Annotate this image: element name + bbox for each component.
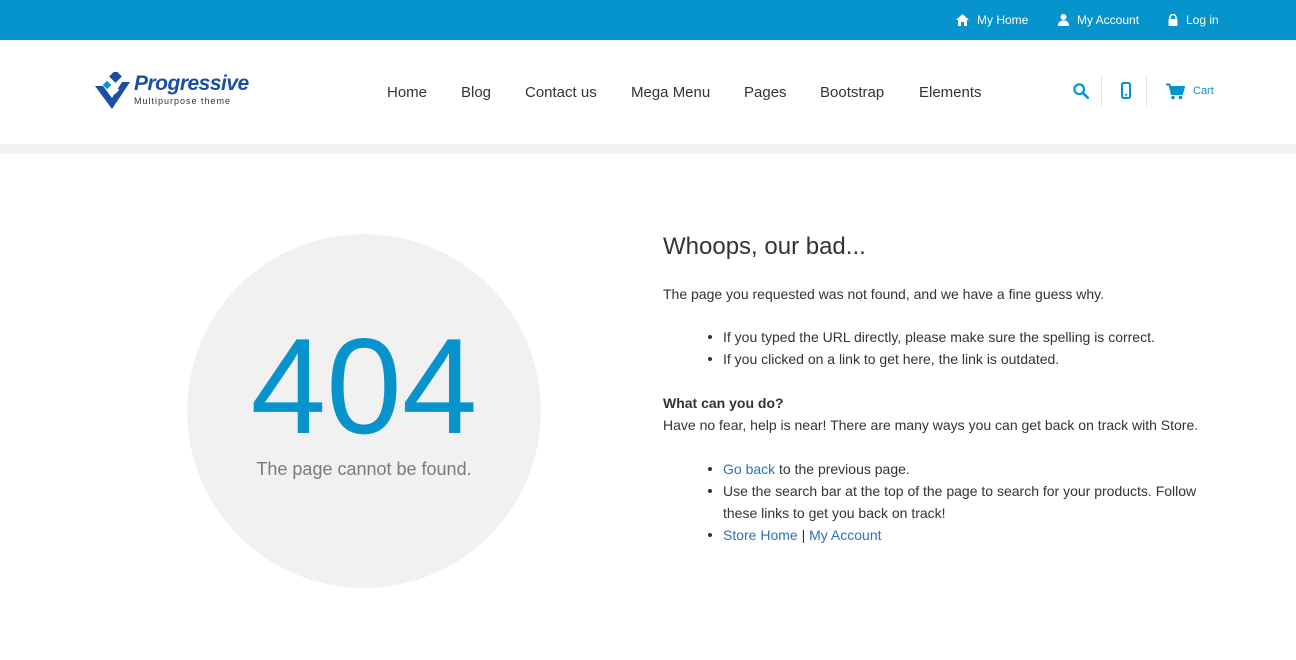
my-home-label: My Home xyxy=(977,13,1029,27)
nav-item-bootstrap[interactable]: Bootstrap xyxy=(820,40,884,144)
search-hint-line2: these links to get you back on track! xyxy=(723,505,946,521)
list-item: Go back to the previous page. xyxy=(707,458,1196,480)
my-account-link[interactable]: My Account xyxy=(1058,0,1139,40)
error-circle: 404 The page cannot be found. xyxy=(187,234,541,588)
log-in-label: Log in xyxy=(1186,13,1219,27)
go-back-text: to the previous page. xyxy=(775,461,910,477)
link-separator: | xyxy=(797,527,810,543)
my-account-content-link[interactable]: My Account xyxy=(809,527,881,543)
go-back-link[interactable]: Go back xyxy=(723,461,775,477)
home-icon xyxy=(956,14,969,26)
top-bar: My Home My Account Log in xyxy=(0,0,1296,40)
nav-item-home[interactable]: Home xyxy=(387,40,427,144)
mobile-icon[interactable] xyxy=(1121,82,1131,99)
header-divider xyxy=(1101,76,1102,106)
logo-title: Progressive xyxy=(134,72,249,95)
error-subtitle: The page cannot be found. xyxy=(256,459,472,479)
nav-item-elements[interactable]: Elements xyxy=(919,40,982,144)
logo-mark-icon xyxy=(95,72,130,109)
cart-label: Cart xyxy=(1193,85,1214,97)
store-home-link[interactable]: Store Home xyxy=(723,527,798,543)
what-can-you-do-heading: What can you do? xyxy=(663,395,784,411)
header-divider xyxy=(1146,76,1147,106)
log-in-link[interactable]: Log in xyxy=(1168,0,1219,40)
nav-item-pages[interactable]: Pages xyxy=(744,40,787,144)
nav-item-mega-menu[interactable]: Mega Menu xyxy=(631,40,710,144)
reasons-list: If you typed the URL directly, please ma… xyxy=(708,326,1155,370)
error-code: 404 xyxy=(250,310,478,462)
cart-icon xyxy=(1166,83,1185,99)
page-title: Whoops, our bad... xyxy=(663,233,866,260)
lock-icon xyxy=(1168,14,1178,26)
list-item: Store Home | My Account xyxy=(707,524,1196,546)
nav-item-blog[interactable]: Blog xyxy=(461,40,491,144)
list-item: If you clicked on a link to get here, th… xyxy=(708,348,1155,370)
my-account-label: My Account xyxy=(1077,13,1140,27)
cart-button[interactable]: Cart xyxy=(1166,80,1214,102)
intro-text: The page you requested was not found, an… xyxy=(663,286,1105,302)
my-home-link[interactable]: My Home xyxy=(956,0,1028,40)
list-item: If you typed the URL directly, please ma… xyxy=(708,326,1155,348)
search-hint-line1: Use the search bar at the top of the pag… xyxy=(723,483,1197,499)
search-icon[interactable] xyxy=(1073,83,1089,99)
header-bottom-band xyxy=(0,144,1296,154)
nav-item-contact-us[interactable]: Contact us xyxy=(525,40,597,144)
what-can-you-do-text: Have no fear, help is near! There are ma… xyxy=(663,417,1199,433)
list-item: Use the search bar at the top of the pag… xyxy=(707,480,1197,524)
logo-subtitle: Multipurpose theme xyxy=(134,96,232,106)
logo[interactable]: Progressive Multipurpose theme xyxy=(92,70,262,110)
actions-list: Go back to the previous page. Use the se… xyxy=(707,458,1197,546)
site-header: Progressive Multipurpose theme Home Blog… xyxy=(0,40,1296,144)
user-icon xyxy=(1058,14,1069,26)
